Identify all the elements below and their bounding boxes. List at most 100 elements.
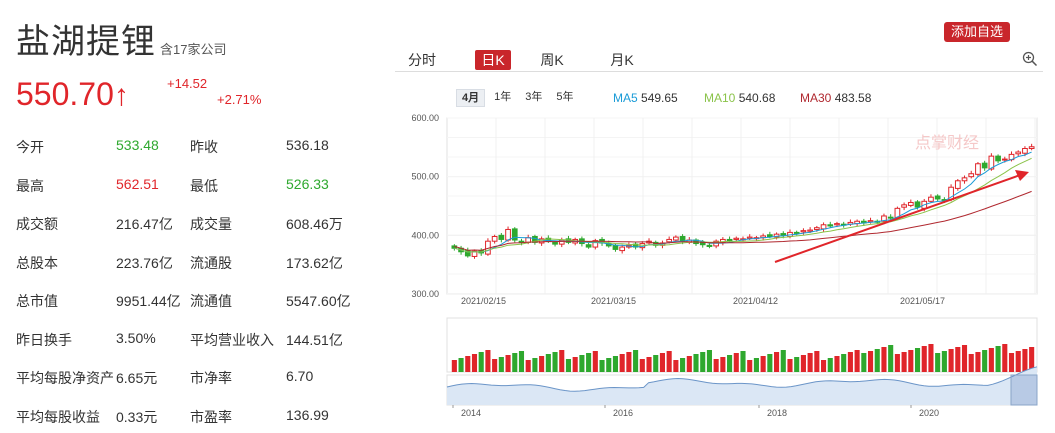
candle-body xyxy=(901,204,907,208)
title-row: 盐湖提锂 含17家公司 xyxy=(16,22,226,62)
stat-label: 市净率 xyxy=(190,370,232,386)
volume-bar xyxy=(948,349,954,372)
stat-value: 608.46万 xyxy=(286,216,343,232)
candle-body xyxy=(981,162,988,169)
stat-value: 533.48 xyxy=(116,137,159,153)
stat-row: 最高 562.51 最低 526.33 xyxy=(16,172,376,211)
stat-value: 536.18 xyxy=(286,137,329,153)
stat-value: 526.33 xyxy=(286,175,329,192)
volume-bar xyxy=(720,357,726,372)
x-tick-label: 2021/02/15 xyxy=(461,296,506,306)
volume-bar xyxy=(821,360,827,372)
candle-body xyxy=(800,230,807,233)
volume-bar xyxy=(814,351,820,372)
volume-bar xyxy=(800,355,806,372)
candle-body xyxy=(1028,146,1035,150)
volume-bar xyxy=(633,350,639,372)
volume-bar xyxy=(995,346,1001,372)
change-amount: +14.52 xyxy=(167,76,208,91)
stat-label: 今开 xyxy=(16,139,44,155)
stat-row: 昨日换手 3.50% 平均营业收入 144.51亿 xyxy=(16,326,376,365)
volume-bar xyxy=(914,348,921,372)
stat-row: 平均每股净资产 6.65元 市净率 6.70 xyxy=(16,364,376,403)
volume-bar xyxy=(975,352,981,372)
volume-bar xyxy=(498,357,504,372)
stat-label: 平均每股净资产 xyxy=(16,370,114,386)
volume-bar xyxy=(532,358,538,372)
overview-area xyxy=(447,366,1037,405)
y-tick-label: 600.00 xyxy=(411,113,439,123)
stat-value: 3.50% xyxy=(116,329,156,346)
volume-bar xyxy=(666,351,672,372)
volume-bar xyxy=(794,357,800,372)
volume-bar xyxy=(955,347,961,372)
volume-bar xyxy=(935,353,941,372)
price-row: 550.70↑ xyxy=(16,74,129,116)
up-arrow-icon: ↑ xyxy=(113,79,129,112)
candle-body xyxy=(1015,151,1022,155)
overview-tick-label: 2016 xyxy=(613,408,633,418)
candle-body xyxy=(585,244,592,248)
candle-body xyxy=(666,238,673,243)
stat-value: 216.47亿 xyxy=(116,216,173,232)
stock-name: 盐湖提锂 xyxy=(16,23,156,61)
volume-bar xyxy=(653,355,659,372)
candle-body xyxy=(491,236,498,242)
volume-bar xyxy=(740,351,746,372)
y-tick-label: 500.00 xyxy=(411,172,439,182)
volume-bar xyxy=(539,356,545,372)
volume-bar xyxy=(586,353,592,372)
stock-summary-panel: 盐湖提锂 含17家公司 550.70↑ +14.52 +2.71% 今开 533.… xyxy=(0,0,380,433)
volume-bar xyxy=(626,352,632,372)
overview-tick-label: 2018 xyxy=(767,408,787,418)
candlestick-chart[interactable]: 600.00 500.00 400.00 300.00 点掌财经 2021/02/15 20… xyxy=(395,0,1055,433)
stat-label: 总股本 xyxy=(16,254,58,271)
candle-body xyxy=(726,238,733,242)
stat-label: 总市值 xyxy=(16,293,58,309)
volume-bar xyxy=(747,360,753,372)
candle-body xyxy=(498,234,505,240)
candle-body xyxy=(807,229,813,232)
stat-value: 562.51 xyxy=(116,175,159,192)
stat-row: 成交额 216.47亿 成交量 608.46万 xyxy=(16,210,376,249)
candle-body xyxy=(928,196,934,202)
candle-body xyxy=(867,220,874,223)
stat-row: 平均每股收益 0.33元 市盈率 136.99 xyxy=(16,403,376,433)
stat-label: 成交量 xyxy=(190,216,232,232)
x-tick-label: 2021/05/17 xyxy=(900,296,945,306)
stat-value: 223.76亿 xyxy=(116,254,173,271)
stat-row: 总市值 9951.44亿 流通值 5547.60亿 xyxy=(16,287,376,326)
volume-bar xyxy=(941,351,947,372)
stat-label: 成交额 xyxy=(16,216,58,232)
volume-bar xyxy=(545,354,551,372)
candle-body xyxy=(793,231,800,234)
current-price: 550.70 xyxy=(16,76,114,112)
stock-subtitle: 含17家公司 xyxy=(160,42,227,57)
volume-bar xyxy=(559,350,565,372)
volume-bar xyxy=(1002,344,1008,372)
candle-body xyxy=(780,233,787,236)
volume-bar xyxy=(592,351,598,372)
stat-row: 今开 533.48 昨收 536.18 xyxy=(16,133,376,172)
volume-bar xyxy=(492,359,498,372)
candle-body xyxy=(834,223,840,226)
stats-table: 今开 533.48 昨收 536.18 最高 562.51 最低 526.33 成交额 216.4… xyxy=(16,133,376,433)
volume-bar xyxy=(767,354,773,372)
volume-bar xyxy=(693,354,699,372)
volume-bar xyxy=(774,352,780,372)
stat-value: 6.70 xyxy=(286,368,314,384)
volume-bar xyxy=(525,360,531,372)
x-tick-label: 2021/03/15 xyxy=(591,296,636,306)
candle-body xyxy=(1001,158,1008,161)
stat-value: 5547.60亿 xyxy=(286,293,351,309)
candle-body xyxy=(975,163,981,175)
volume-bar xyxy=(673,360,679,372)
candle-body xyxy=(914,201,921,208)
candle-body xyxy=(619,246,626,252)
candle-body xyxy=(505,228,511,241)
volume-bar xyxy=(680,358,686,372)
volume-bar xyxy=(458,358,464,372)
candle-body xyxy=(954,180,961,189)
volume-bar xyxy=(827,358,833,372)
candle-body xyxy=(934,195,941,200)
